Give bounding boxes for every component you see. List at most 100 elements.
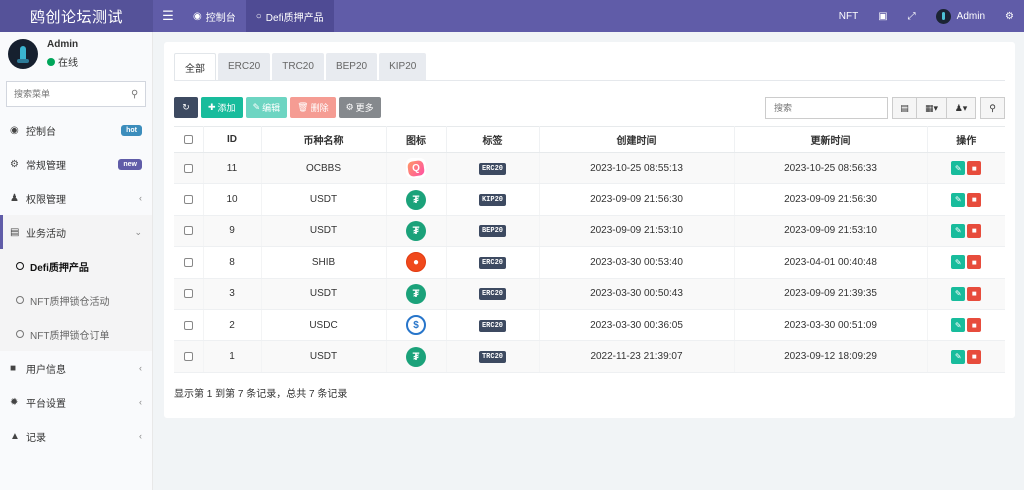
- select-all-checkbox[interactable]: [183, 134, 193, 144]
- row-select[interactable]: [174, 246, 204, 279]
- row-edit-icon[interactable]: ✎: [951, 349, 966, 364]
- tab-erc20[interactable]: ERC20: [218, 53, 271, 80]
- clear-cache-icon[interactable]: ▣: [868, 0, 897, 32]
- toggle-view-button[interactable]: ▤: [892, 97, 916, 119]
- row-edit-icon[interactable]: ✎: [951, 318, 966, 333]
- sidebar-toggle-icon[interactable]: ☰: [153, 0, 183, 32]
- table-row[interactable]: 11 OCBBS Q ERC20 2023-10-25 08:55:13 202…: [174, 152, 1005, 185]
- top-nav-defi[interactable]: ○ Defi质押产品: [245, 0, 334, 32]
- col-tag[interactable]: 标签: [446, 126, 540, 153]
- table-row[interactable]: 3 USDT ₮ ERC20 2023-03-30 00:50:43 2023-…: [174, 278, 1005, 310]
- table-search-input[interactable]: [765, 97, 888, 119]
- row-select[interactable]: [174, 152, 204, 185]
- sidebar-item-dashboard[interactable]: ◉ 控制台 hot: [0, 113, 152, 147]
- cell-icon: ₮: [386, 183, 447, 216]
- user-menu[interactable]: Admin: [926, 0, 995, 32]
- usdt-coin-icon: ₮: [406, 189, 426, 210]
- row-edit-icon[interactable]: ✎: [951, 161, 966, 176]
- sidebar-item-business[interactable]: ▤ 业务活动 ⌄: [0, 215, 152, 249]
- usdt-coin-icon: ₮: [406, 220, 426, 241]
- row-edit-icon[interactable]: ✎: [951, 192, 966, 207]
- top-nav-dashboard[interactable]: ◉ 控制台: [183, 0, 246, 32]
- sidebar-item-permissions[interactable]: ♟ 权限管理 ‹: [0, 181, 152, 215]
- tab-trc20[interactable]: TRC20: [272, 53, 324, 80]
- sidebar-search-input[interactable]: [14, 89, 131, 99]
- new-badge: new: [118, 158, 142, 170]
- cell-actions: ✎ ■: [927, 246, 1005, 279]
- row-checkbox[interactable]: [183, 289, 193, 299]
- row-edit-icon[interactable]: ✎: [951, 223, 966, 238]
- cell-id: 8: [203, 246, 262, 279]
- usdc-coin-icon: $: [406, 315, 426, 336]
- table-row[interactable]: 10 USDT ₮ KIP20 2023-09-09 21:56:30 2023…: [174, 183, 1005, 216]
- more-button[interactable]: ⚙ 更多: [338, 97, 381, 118]
- sidebar-item-general[interactable]: ⚙ 常规管理 new: [0, 147, 152, 181]
- circle-icon: [16, 262, 24, 270]
- row-delete-icon[interactable]: ■: [967, 286, 982, 301]
- search-icon: ⚲: [989, 102, 996, 113]
- search-icon[interactable]: ⚲: [131, 89, 138, 100]
- table-row[interactable]: 1 USDT ₮ TRC20 2022-11-23 21:39:07 2023-…: [174, 340, 1005, 373]
- user-panel: Admin 在线: [0, 32, 152, 76]
- edit-button[interactable]: ✎ 编辑: [245, 97, 288, 118]
- row-select[interactable]: [174, 278, 204, 310]
- row-checkbox[interactable]: [183, 226, 193, 236]
- col-name[interactable]: 币种名称: [261, 126, 387, 153]
- table-row[interactable]: 8 SHIB ● ERC20 2023-03-30 00:53:40 2023-…: [174, 246, 1005, 279]
- row-select[interactable]: [174, 340, 204, 373]
- refresh-button[interactable]: ↻: [174, 97, 198, 118]
- chevron-left-icon: ‹: [139, 397, 142, 407]
- col-id[interactable]: ID: [203, 126, 262, 153]
- delete-button[interactable]: 🗑 删除: [290, 97, 336, 118]
- sidebar-item-records[interactable]: ▲ 记录 ‹: [0, 419, 152, 453]
- sidebar-item-user-info[interactable]: ■ 用户信息 ‹: [0, 351, 152, 385]
- row-delete-icon[interactable]: ■: [967, 192, 982, 207]
- cell-name: USDT: [261, 183, 387, 216]
- cell-actions: ✎ ■: [927, 309, 1005, 342]
- search-button[interactable]: ⚲: [980, 97, 1005, 119]
- row-edit-icon[interactable]: ✎: [951, 255, 966, 270]
- tab-kip20[interactable]: KIP20: [379, 53, 427, 80]
- row-delete-icon[interactable]: ■: [967, 318, 982, 333]
- row-select[interactable]: [174, 183, 204, 216]
- sidebar-subitem-defi[interactable]: Defi质押产品: [0, 249, 152, 283]
- row-checkbox[interactable]: [183, 320, 193, 330]
- col-actions: 操作: [927, 126, 1005, 153]
- columns-button[interactable]: ▦▾: [916, 97, 946, 119]
- sidebar-item-platform-settings[interactable]: ✹ 平台设置 ‹: [0, 385, 152, 419]
- cell-actions: ✎ ■: [927, 215, 1005, 248]
- row-edit-icon[interactable]: ✎: [951, 286, 966, 301]
- settings-gear-icon[interactable]: ⚙: [995, 0, 1024, 32]
- pencil-icon: ✎: [252, 102, 261, 112]
- row-delete-icon[interactable]: ■: [967, 255, 982, 270]
- row-delete-icon[interactable]: ■: [967, 349, 982, 364]
- row-select[interactable]: [174, 309, 204, 342]
- export-button[interactable]: ♟▾: [946, 97, 976, 119]
- row-checkbox[interactable]: [183, 351, 193, 361]
- tab-bep20[interactable]: BEP20: [325, 53, 378, 80]
- cell-tag: BEP20: [446, 215, 540, 248]
- user-status: 在线: [47, 54, 78, 69]
- nft-link[interactable]: NFT: [829, 0, 868, 32]
- table-row[interactable]: 2 USDC $ ERC20 2023-03-30 00:36:05 2023-…: [174, 309, 1005, 342]
- sidebar-item-label: 业务活动: [26, 228, 66, 240]
- row-checkbox[interactable]: [183, 194, 193, 204]
- row-select[interactable]: [174, 215, 204, 248]
- sidebar-subitem-nft-order[interactable]: NFT质押锁仓订单: [0, 317, 152, 351]
- col-created[interactable]: 创建时间: [539, 126, 735, 153]
- row-checkbox[interactable]: [183, 163, 193, 173]
- table-row[interactable]: 9 USDT ₮ BEP20 2023-09-09 21:53:10 2023-…: [174, 215, 1005, 248]
- select-all-header[interactable]: [174, 126, 204, 153]
- group-icon: ♟: [10, 192, 19, 204]
- row-checkbox[interactable]: [183, 257, 193, 267]
- fullscreen-icon[interactable]: ⤢: [898, 0, 926, 32]
- sidebar-search: ⚲: [6, 81, 146, 107]
- add-button[interactable]: ✚ 添加: [201, 97, 243, 118]
- app-brand[interactable]: 鸥创论坛测试: [0, 0, 153, 32]
- col-updated[interactable]: 更新时间: [734, 126, 928, 153]
- row-delete-icon[interactable]: ■: [967, 161, 982, 176]
- sidebar-subitem-nft-activity[interactable]: NFT质押锁仓活动: [0, 283, 152, 317]
- tab-all[interactable]: 全部: [174, 53, 216, 80]
- col-icon[interactable]: 图标: [386, 126, 447, 153]
- row-delete-icon[interactable]: ■: [967, 223, 982, 238]
